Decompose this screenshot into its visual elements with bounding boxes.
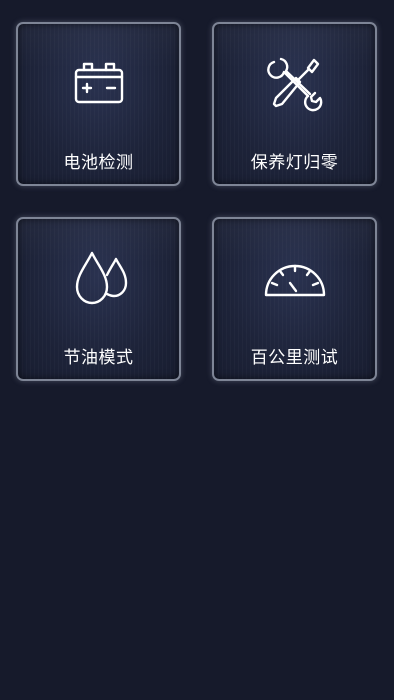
acceleration-test-label: 百公里测试: [250, 348, 339, 368]
water-drops-icon: [64, 245, 134, 315]
wrench-screwdriver-icon: [260, 50, 330, 120]
acceleration-test-tile[interactable]: 百公里测试: [212, 217, 377, 381]
feature-grid: 电池检测 保养灯归零 节油模式 百公里测试: [16, 22, 378, 381]
maintenance-reset-tile[interactable]: 保养灯归零: [212, 22, 377, 186]
maintenance-reset-label: 保养灯归零: [250, 153, 339, 173]
fuel-saving-label: 节油模式: [63, 348, 134, 368]
speedometer-icon: [260, 245, 330, 315]
fuel-saving-tile[interactable]: 节油模式: [16, 217, 181, 381]
battery-check-tile[interactable]: 电池检测: [16, 22, 181, 186]
battery-check-label: 电池检测: [63, 153, 134, 173]
battery-icon: [64, 50, 134, 120]
